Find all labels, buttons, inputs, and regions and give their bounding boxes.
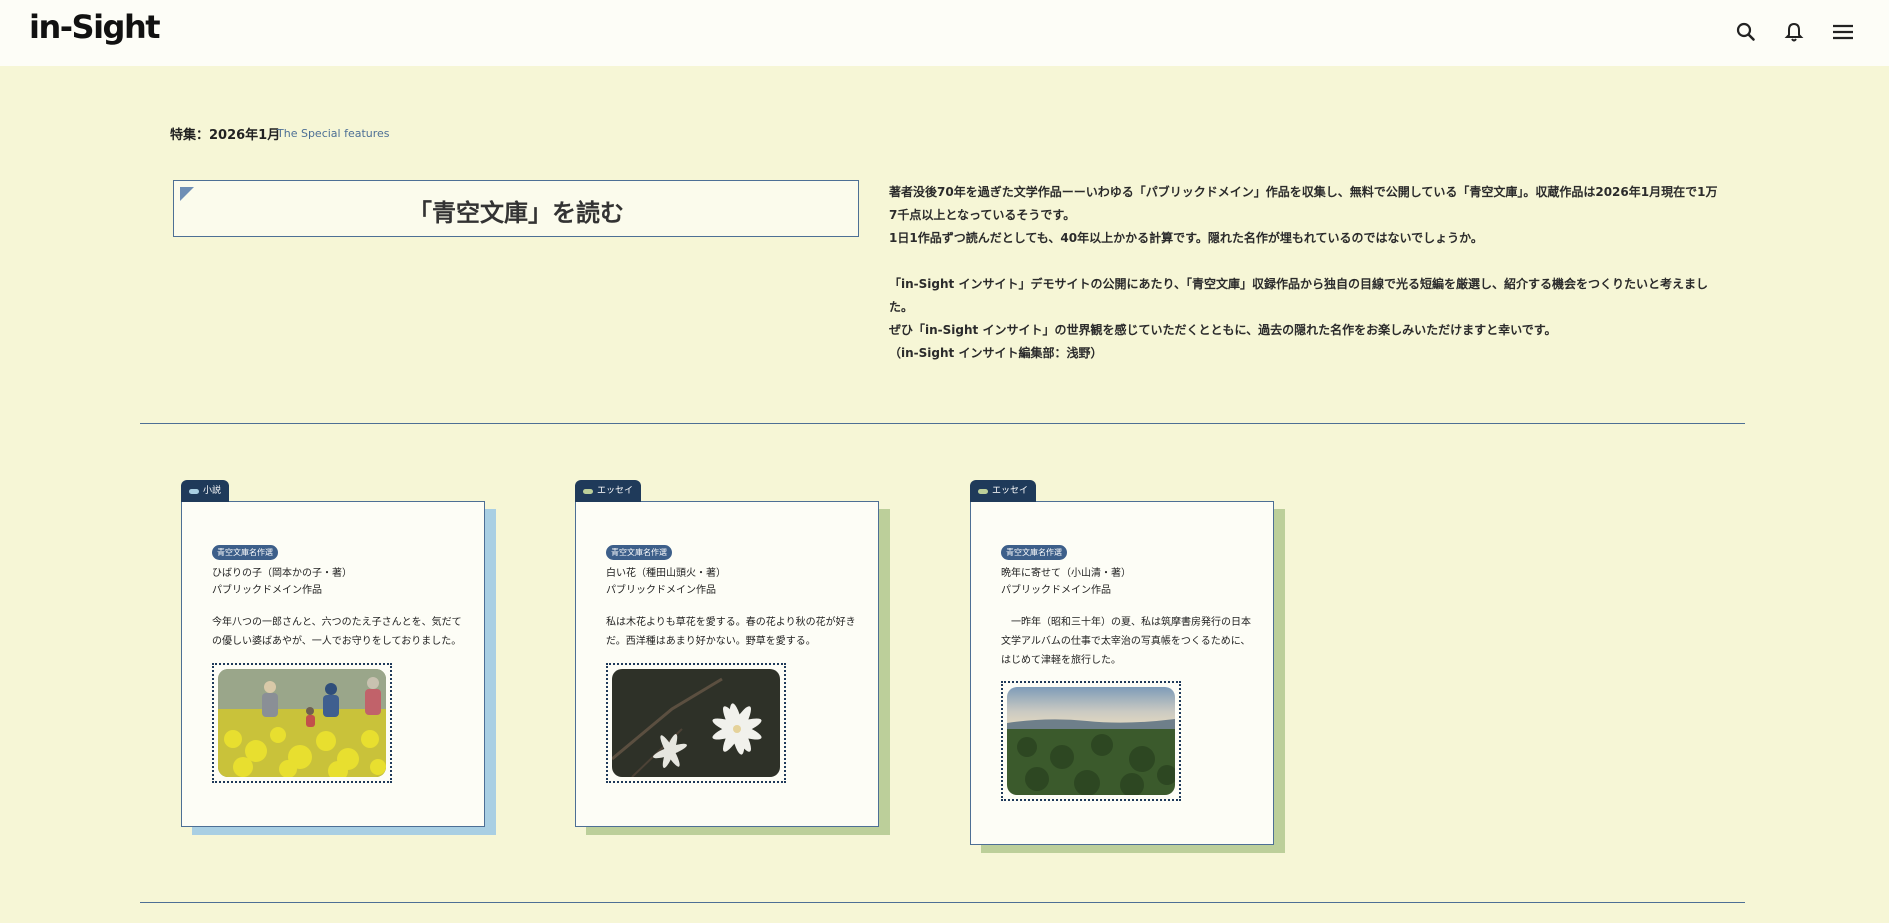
intro-paragraph: 1日1作品ずつ読んだとしても、40年以上かかる計算です。隠れた名作が埋もれている… <box>889 231 1483 245</box>
feature-subtitle: The Special features <box>277 127 390 140</box>
category-tab-label: エッセイ <box>597 486 634 496</box>
card-title[interactable]: 白い花（種田山頭火・著） パブリックドメイン作品 <box>606 565 726 599</box>
intro-paragraph: ぜひ「in-Sight インサイト」の世界観を感じていただくとともに、過去の隠れ… <box>889 323 1557 337</box>
feature-label: 特集：2026年1月 <box>170 128 281 143</box>
card-subtitle: パブリックドメイン作品 <box>1001 585 1111 596</box>
search-icon[interactable] <box>1732 18 1760 46</box>
card-subtitle: パブリックドメイン作品 <box>606 585 716 596</box>
intro-paragraph: 著者没後70年を過ぎた文学作品ーーいわゆる「パブリックドメイン」作品を収集し、無… <box>889 185 1718 222</box>
card-title[interactable]: ひばりの子（岡本かの子・著） パブリックドメイン作品 <box>212 565 352 599</box>
thumbnail-frame[interactable] <box>212 663 392 783</box>
tab-pill-icon <box>189 488 199 494</box>
category-tab[interactable]: エッセイ <box>575 480 642 502</box>
thumbnail-frame[interactable] <box>1001 681 1181 801</box>
section-divider <box>140 423 1745 424</box>
section-divider <box>140 902 1745 903</box>
article-card[interactable]: 青空文庫名作選 晩年に寄せて（小山清・著） パブリックドメイン作品 一昨年（昭和… <box>970 480 1300 858</box>
rapeseed-field-photo <box>218 669 386 777</box>
tab-pill-icon <box>978 488 988 494</box>
site-header: in-Sight <box>0 0 1889 66</box>
card-body[interactable]: 青空文庫名作選 ひばりの子（岡本かの子・著） パブリックドメイン作品 今年八つの… <box>181 501 485 827</box>
menu-icon[interactable] <box>1829 18 1857 46</box>
card-title-text: 晩年に寄せて（小山清・著） <box>1001 568 1131 579</box>
card-body[interactable]: 青空文庫名作選 白い花（種田山頭火・著） パブリックドメイン作品 私は木花よりも… <box>575 501 879 827</box>
card-title-text: ひばりの子（岡本かの子・著） <box>212 568 352 579</box>
card-body[interactable]: 青空文庫名作選 晩年に寄せて（小山清・著） パブリックドメイン作品 一昨年（昭和… <box>970 501 1274 845</box>
card-title-text: 白い花（種田山頭火・著） <box>606 568 726 579</box>
white-magnolia-photo <box>612 669 780 777</box>
card-description: 私は木花よりも草花を愛する。春の花より秋の花が好きだ。西洋種はあまり好かない。野… <box>606 617 856 647</box>
card-description: 今年八つの一郎さんと、六つのたえ子さんとを、気だての優しい婆ばあやが、一人でお守… <box>212 617 462 647</box>
bell-icon[interactable] <box>1780 18 1808 46</box>
feature-title-box: 「青空文庫」を読む <box>173 180 859 237</box>
category-tab-label: エッセイ <box>992 486 1029 496</box>
tab-pill-icon <box>583 488 593 494</box>
category-tab[interactable]: エッセイ <box>970 480 1037 502</box>
article-card[interactable]: 青空文庫名作選 白い花（種田山頭火・著） パブリックドメイン作品 私は木花よりも… <box>575 480 905 840</box>
feature-title: 「青空文庫」を読む <box>408 199 624 227</box>
article-card[interactable]: 青空文庫名作選 ひばりの子（岡本かの子・著） パブリックドメイン作品 今年八つの… <box>181 480 511 840</box>
card-subtitle: パブリックドメイン作品 <box>212 585 322 596</box>
category-tab[interactable]: 小説 <box>181 480 230 502</box>
category-badge: 青空文庫名作選 <box>212 545 278 560</box>
feature-intro: 著者没後70年を過ぎた文学作品ーーいわゆる「パブリックドメイン」作品を収集し、無… <box>889 181 1719 365</box>
category-badge: 青空文庫名作選 <box>606 545 672 560</box>
category-tab-label: 小説 <box>203 486 222 496</box>
category-badge: 青空文庫名作選 <box>1001 545 1067 560</box>
thumbnail-frame[interactable] <box>606 663 786 783</box>
forest-landscape-photo <box>1007 687 1175 795</box>
card-title[interactable]: 晩年に寄せて（小山清・著） パブリックドメイン作品 <box>1001 565 1131 599</box>
intro-paragraph: 「in-Sight インサイト」デモサイトの公開にあたり、「青空文庫」収録作品か… <box>889 277 1708 314</box>
site-logo[interactable]: in-Sight <box>29 8 161 46</box>
card-description: 一昨年（昭和三十年）の夏、私は筑摩書房発行の日本文学アルバムの仕事で太宰治の写真… <box>1001 617 1251 666</box>
intro-signature: （in-Sight インサイト編集部：浅野） <box>889 346 1103 360</box>
